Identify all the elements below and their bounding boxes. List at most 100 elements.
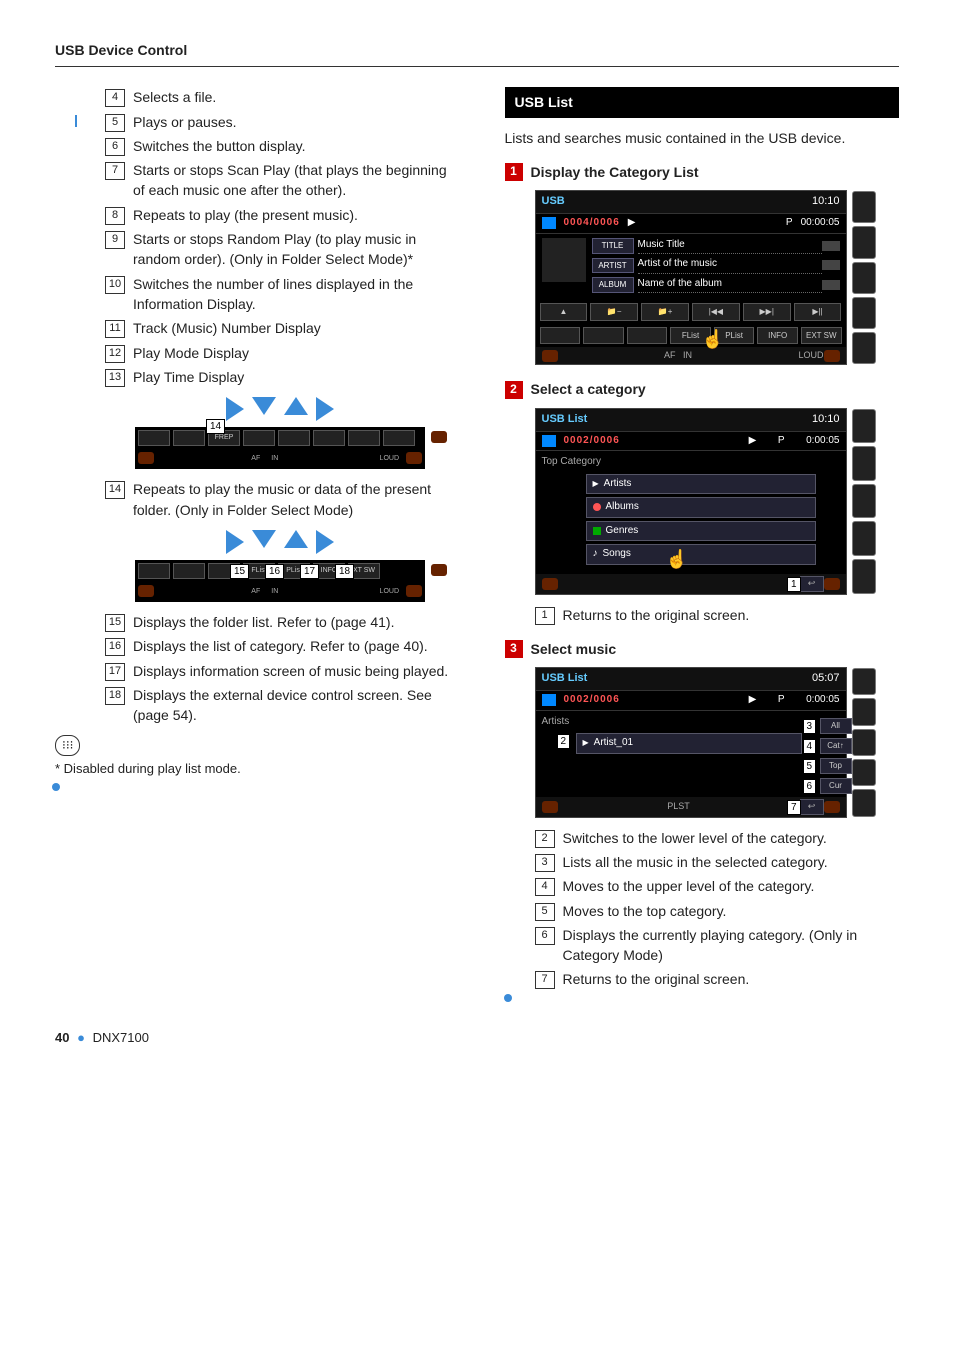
transport-button[interactable]: ▲ bbox=[540, 303, 588, 321]
key-num: 13 bbox=[105, 369, 125, 387]
clock: 05:07 bbox=[812, 671, 840, 687]
side-icon[interactable] bbox=[852, 668, 876, 695]
definition-text: Returns to the original screen. bbox=[563, 605, 900, 625]
step-number: 2 bbox=[505, 381, 523, 399]
transport-button[interactable]: ▶|| bbox=[794, 303, 842, 321]
function-button[interactable]: EXT SW bbox=[801, 327, 842, 345]
category-icon bbox=[593, 547, 598, 562]
category-item[interactable]: Genres bbox=[586, 521, 816, 542]
side-icon[interactable] bbox=[852, 521, 876, 556]
label: FREP bbox=[215, 433, 234, 443]
value-album: Name of the album bbox=[638, 277, 822, 294]
knob-icon bbox=[542, 578, 558, 590]
side-icon[interactable] bbox=[852, 446, 876, 481]
cursor-hand-icon: ☝ bbox=[666, 546, 688, 572]
key-num: 9 bbox=[105, 231, 125, 249]
knob-icon bbox=[138, 585, 154, 597]
file-icon bbox=[542, 694, 556, 706]
category-item[interactable]: Albums bbox=[586, 497, 816, 518]
callout-4: 4 bbox=[803, 739, 817, 754]
return-button[interactable]: ↩ 1 bbox=[800, 576, 824, 592]
button[interactable] bbox=[383, 430, 415, 446]
category-item[interactable]: Songs bbox=[586, 544, 816, 565]
button[interactable] bbox=[313, 430, 345, 446]
function-button[interactable] bbox=[583, 327, 624, 345]
transport-button[interactable]: 📁− bbox=[590, 303, 638, 321]
transport-button[interactable]: 📁+ bbox=[641, 303, 689, 321]
scroll-icon[interactable] bbox=[822, 241, 840, 251]
side-icon[interactable] bbox=[852, 332, 876, 364]
category-label: Albums bbox=[606, 500, 639, 515]
page-number: 40 bbox=[55, 1030, 69, 1045]
definition-text: Play Mode Display bbox=[133, 343, 450, 363]
definition-text: Track (Music) Number Display bbox=[133, 318, 450, 338]
callout-2: 2 bbox=[557, 734, 571, 749]
button[interactable] bbox=[278, 430, 310, 446]
transport-button[interactable]: |◀◀ bbox=[692, 303, 740, 321]
button[interactable] bbox=[348, 430, 380, 446]
side-icon[interactable] bbox=[852, 559, 876, 594]
function-button[interactable]: INFO bbox=[757, 327, 798, 345]
breadcrumb: Top Category bbox=[536, 451, 846, 474]
button-cur[interactable]: Cur6 bbox=[820, 778, 852, 794]
key-num: 10 bbox=[105, 276, 125, 294]
cursor-hand-icon: ☝ bbox=[702, 326, 724, 352]
label-in: IN bbox=[683, 349, 692, 362]
knob-icon bbox=[824, 578, 840, 590]
button-top[interactable]: Top5 bbox=[820, 758, 852, 774]
category-icon bbox=[593, 503, 601, 511]
button-frep[interactable]: FREP 14 bbox=[208, 430, 240, 446]
category-item[interactable]: Artists bbox=[586, 474, 816, 495]
screen-title: USB List bbox=[542, 671, 588, 687]
button[interactable] bbox=[138, 563, 170, 579]
button-extsw[interactable]: XT SW18 bbox=[348, 563, 380, 579]
tag-album: ALBUM bbox=[592, 277, 634, 293]
key-num: 2 bbox=[535, 830, 555, 848]
screenshot-usb-category: USB List 10:10 0002/0006 ▶ P 0:00:05 Top… bbox=[535, 408, 847, 595]
side-icon[interactable] bbox=[852, 262, 876, 294]
side-icon[interactable] bbox=[852, 698, 876, 725]
transport-button[interactable]: ▶▶| bbox=[743, 303, 791, 321]
list-item[interactable]: 2 Artist_01 bbox=[576, 733, 802, 754]
button[interactable] bbox=[173, 563, 205, 579]
track-counter: 0004/0006 bbox=[564, 216, 620, 231]
page-footer: 40 ● DNX7100 bbox=[55, 1029, 899, 1048]
scroll-icon[interactable] bbox=[822, 280, 840, 290]
return-button[interactable]: ↩ 7 bbox=[800, 799, 824, 815]
definition-text: Returns to the original screen. bbox=[563, 969, 900, 989]
value-title: Music Title bbox=[638, 238, 822, 255]
scroll-icon[interactable] bbox=[822, 260, 840, 270]
step-number: 3 bbox=[505, 640, 523, 658]
key-num: 5 bbox=[535, 903, 555, 921]
key-num: 14 bbox=[105, 481, 125, 499]
side-icon[interactable] bbox=[852, 729, 876, 756]
function-button[interactable] bbox=[540, 327, 581, 345]
play-time: 0:00:05 bbox=[806, 693, 839, 708]
key-num: 6 bbox=[535, 927, 555, 945]
item-label: Artist_01 bbox=[594, 736, 633, 751]
side-icon[interactable] bbox=[852, 759, 876, 786]
side-icon[interactable] bbox=[852, 409, 876, 444]
side-icon[interactable] bbox=[852, 297, 876, 329]
key-num: 4 bbox=[535, 878, 555, 896]
side-icon[interactable] bbox=[852, 789, 876, 816]
track-counter: 0002/0006 bbox=[564, 434, 620, 449]
key-num: 16 bbox=[105, 638, 125, 656]
key-num: 12 bbox=[105, 345, 125, 363]
button[interactable] bbox=[173, 430, 205, 446]
side-icon[interactable] bbox=[852, 226, 876, 258]
button[interactable] bbox=[243, 430, 275, 446]
button[interactable] bbox=[138, 430, 170, 446]
play-mode: P bbox=[778, 693, 785, 708]
callout-14: 14 bbox=[206, 419, 225, 434]
definition-text: Displays the currently playing category.… bbox=[563, 925, 900, 966]
definition-list-step2: 1 Returns to the original screen. bbox=[535, 605, 900, 625]
side-icon[interactable] bbox=[852, 484, 876, 519]
play-icon: ▶ bbox=[749, 693, 757, 708]
button-catup[interactable]: Cat↑4 bbox=[820, 738, 852, 754]
definition-text: Switches the button display. bbox=[133, 136, 450, 156]
button-all[interactable]: All3 bbox=[820, 718, 852, 734]
step-2: 2 Select a category bbox=[505, 379, 900, 399]
function-button[interactable] bbox=[627, 327, 668, 345]
side-icon[interactable] bbox=[852, 191, 876, 223]
